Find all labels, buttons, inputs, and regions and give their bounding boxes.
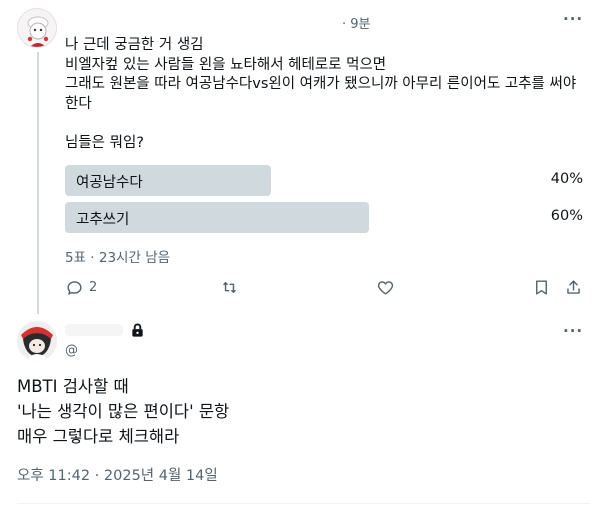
tweet-line: 님들은 뭐임? xyxy=(65,134,145,151)
poll-meta: 5표 · 23시간 남음 xyxy=(65,250,171,266)
avatar[interactable] xyxy=(17,321,57,361)
poll-option-percent: 40% xyxy=(550,171,583,187)
divider xyxy=(17,503,590,504)
bookmark-icon xyxy=(536,280,547,295)
action-bar: 2 xyxy=(65,278,585,300)
tweet-time[interactable]: · 9분 xyxy=(342,13,371,32)
quoted-tweet[interactable]: · 9분 ··· 나 근데 궁금한 거 생김 비엘자컾 있는 사람들 왼을 뇨타… xyxy=(0,0,607,314)
tweet-line: 매우 그렇다로 체크해라 xyxy=(17,427,180,446)
poll-option-percent: 60% xyxy=(550,208,583,224)
tweet-text: MBTI 검사할 때 '나는 생각이 많은 편이다' 문항 매우 그렇다로 체크… xyxy=(17,374,229,449)
tweet-line: 그래도 원본을 따라 여공남수다vs왼이 여캐가 됐으니까 아무리 른이어도 고… xyxy=(65,76,577,92)
thread-line xyxy=(37,52,39,314)
tweet-text: 나 근데 궁금한 거 생김 비엘자컾 있는 사람들 왼을 뇨타해서 헤테로로 먹… xyxy=(65,36,590,153)
lock-icon xyxy=(132,323,143,337)
avatar[interactable] xyxy=(17,8,57,48)
avatar-illustration-icon xyxy=(18,9,56,47)
tweet-timestamp[interactable]: 오후 11:42 · 2025년 4월 14일 xyxy=(17,464,218,485)
display-name[interactable] xyxy=(65,324,123,336)
reply-button[interactable]: 2 xyxy=(65,278,97,297)
tweet-line: 비엘자컾 있는 사람들 왼을 뇨타해서 헤테로로 먹으면 xyxy=(65,56,387,73)
tweet-line: 한다 xyxy=(65,95,92,112)
poll-option: 여공남수다 40% xyxy=(65,165,585,196)
bookmark-button[interactable] xyxy=(532,278,551,297)
tweet-line xyxy=(65,114,590,134)
share-button[interactable] xyxy=(564,278,583,297)
tweet-line: '나는 생각이 많은 편이다' 문항 xyxy=(17,402,230,421)
share-icon xyxy=(567,280,580,294)
poll-option: 고추쓰기 60% xyxy=(65,202,585,233)
reply-count: 2 xyxy=(89,280,98,295)
retweet-icon xyxy=(223,282,236,293)
more-options-icon[interactable]: ··· xyxy=(563,10,583,28)
user-handle[interactable]: @ xyxy=(65,343,78,358)
poll-option-label: 고추쓰기 xyxy=(76,212,130,228)
heart-icon xyxy=(377,281,394,295)
tweet-line: 나 근데 궁금한 거 생김 xyxy=(65,37,204,53)
reply-icon xyxy=(67,281,82,295)
tweet-line: MBTI 검사할 때 xyxy=(17,377,129,396)
more-options-icon[interactable]: ··· xyxy=(563,322,583,340)
like-button[interactable] xyxy=(376,278,395,297)
avatar-illustration-icon xyxy=(17,321,57,361)
retweet-button[interactable] xyxy=(220,278,239,297)
poll-option-label: 여공남수다 xyxy=(76,175,143,191)
